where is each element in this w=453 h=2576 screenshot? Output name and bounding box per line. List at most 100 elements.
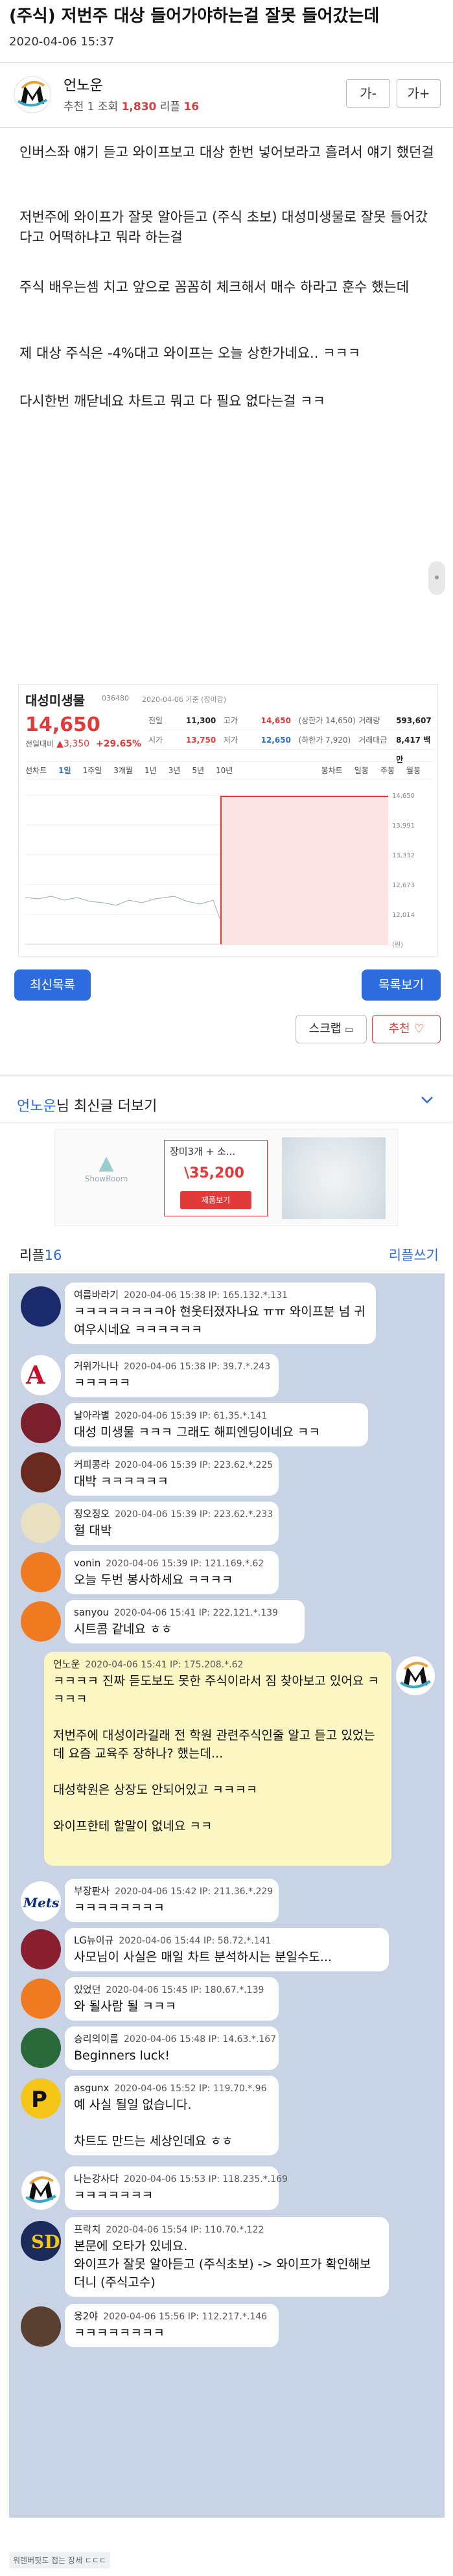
tab-5y[interactable]: 5년	[192, 762, 204, 779]
y-unit: (원)	[392, 941, 403, 949]
ad-brand-logo: ▲ ShowRoom	[84, 1152, 128, 1183]
avatar[interactable]	[21, 2028, 61, 2068]
tab-1d[interactable]: 1일	[58, 762, 71, 779]
stock-table: 전일 11,300 고가 14,650 (상한가 14,650) 거래량 593,60…	[148, 711, 434, 764]
svg-text:SD: SD	[31, 2231, 60, 2253]
chart-line-pre	[25, 896, 220, 919]
body-paragraph: 제 대상 주식은 -4%대고 와이프는 오늘 상한가네요.. ㅋㅋㅋ	[19, 345, 361, 361]
body-paragraph: 저번주에 와이프가 잘못 알아듣고 (주식 초보) 대성미생물로 잘못 들어갔다…	[19, 209, 428, 245]
comment-bubble: 있었던 2020-04-06 15:45 IP: 180.67.*.139 와 될…	[65, 1977, 279, 2021]
y-tick: 12,673	[392, 882, 415, 889]
font-decrease-button[interactable]: 가-	[346, 79, 390, 108]
ad-product-card[interactable]: 장미3개 + 소... \35,200 제품보기	[164, 1140, 268, 1216]
reply-count: 16	[183, 100, 200, 113]
avatar[interactable]	[21, 2306, 61, 2347]
avatar[interactable]	[21, 1601, 61, 1642]
post-date: 2020-04-06 15:37	[9, 35, 115, 49]
comment-bubble: asgunx 2020-04-06 15:52 IP: 119.70.*.96 예…	[65, 2076, 279, 2155]
comment-bubble: 날아라별 2020-04-06 15:39 IP: 61.35.*.141 대성 …	[65, 1403, 368, 1446]
more-posts-author[interactable]: 언노운	[17, 1098, 56, 1115]
tab-weekly[interactable]: 주봉	[380, 762, 395, 779]
stock-name: 대성미생물	[25, 693, 85, 708]
marlins-logo-icon[interactable]	[395, 1656, 436, 1696]
recommend-button[interactable]: 추천 ♡	[372, 1015, 441, 1043]
avatar[interactable]: A	[21, 1355, 61, 1395]
stock-row: 시가 13,750 저가 12,650 (하한가 7,920) 거래대금 8,417 …	[148, 730, 434, 764]
avatar[interactable]: P	[21, 2078, 61, 2118]
list-button[interactable]: 목록보기	[362, 969, 441, 1001]
avatar[interactable]	[21, 1452, 61, 1492]
ad-product-name: 장미3개 + 소...	[170, 1146, 236, 1157]
comment-bubble: 여름바라기 2020-04-06 15:38 IP: 165.132.*.131 …	[65, 1282, 376, 1344]
comment-bubble: 부장판사 2020-04-06 15:42 IP: 211.36.*.229 ㅋㅋ…	[65, 1879, 279, 1922]
chevron-down-icon[interactable]	[419, 1092, 435, 1108]
divider	[0, 1074, 453, 1076]
comment-bubble: 승리의이름 2020-04-06 15:48 IP: 14.63.*.167 Be…	[65, 2026, 279, 2070]
comment-bubble: sanyou 2020-04-06 15:41 IP: 222.121.*.139…	[65, 1600, 305, 1643]
scroll-indicator[interactable]	[428, 561, 445, 595]
divider	[0, 127, 453, 128]
avatar[interactable]	[21, 1403, 61, 1443]
comment-bubble-author: 언노운 2020-04-06 15:41 IP: 175.208.*.62 ㅋㅋㅋ…	[44, 1652, 391, 1866]
marlins-logo-icon[interactable]	[21, 2170, 61, 2210]
comment-bubble: 커피콩라 2020-04-06 15:39 IP: 223.62.*.225 대박…	[65, 1452, 279, 1496]
svg-text:A: A	[25, 1360, 45, 1389]
tab-3m[interactable]: 3개월	[113, 762, 133, 779]
comment-bubble: 웅2야 2020-04-06 15:56 IP: 112.217.*.146 ㅋㅋ…	[65, 2304, 279, 2347]
avatar[interactable]	[21, 1978, 61, 2019]
stock-period-tabs: 선차트 1일 1주일 3개월 1년 3년 5년 10년 봉차트 일봉 주봉 월봉	[25, 761, 432, 780]
body-paragraph: 인버스좌 얘기 듣고 와이프보고 대상 한번 넣어보라고 흘려서 얘기 했던걸	[19, 145, 434, 160]
font-increase-button[interactable]: 가+	[397, 79, 441, 108]
view-count: 1,830	[121, 100, 157, 113]
tab-candle[interactable]: 봉차트	[321, 762, 343, 779]
comment-bubble: 거위가나나 2020-04-06 15:38 IP: 39.7.*.243 ㅋㅋㅋ…	[65, 1354, 279, 1397]
divider	[0, 62, 453, 63]
svg-text:P: P	[31, 2087, 47, 2113]
stock-chart: 14,650 13,991 13,332 12,673 12,014 (원)	[25, 793, 415, 949]
tab-1w[interactable]: 1주일	[83, 762, 102, 779]
tab-monthly[interactable]: 월봉	[406, 762, 421, 779]
reply-total: 16	[44, 1247, 62, 1263]
comment-bubble: 징오징오 2020-04-06 15:39 IP: 223.62.*.233 헐 …	[65, 1502, 279, 1545]
stock-change: 전일대비 ▲3,350 +29.65%	[25, 739, 142, 749]
stock-code: 036480	[102, 694, 129, 702]
scrap-button[interactable]: 스크랩 ▭	[296, 1015, 367, 1043]
scrap-icon: ▭	[345, 1025, 354, 1035]
author-box: 언노운 추천 1 조회 1,830 리플 16 가- 가+	[9, 70, 444, 122]
chart-area-limit-up	[221, 795, 388, 944]
ad-banner[interactable]: ▲ ShowRoom 장미3개 + 소... \35,200 제품보기	[54, 1129, 398, 1226]
ad-price: \35,200	[184, 1165, 244, 1181]
avatar[interactable]	[21, 1503, 61, 1543]
author-more-posts[interactable]: 언노운님 최신글 더보기	[0, 1084, 453, 1122]
ad-cta-button[interactable]: 제품보기	[180, 1191, 251, 1209]
comment-bubble: LG뉴이규 2020-04-06 15:44 IP: 58.72.*.141 사모…	[65, 1928, 389, 1971]
footer-note: 워렌버핏도 접는 장세 ㄷㄷㄷ	[9, 2552, 110, 2568]
stock-price: 14,650	[25, 714, 100, 736]
tab-daily[interactable]: 일봉	[354, 762, 369, 779]
reply-header: 리플16 리플쓰기	[0, 1235, 453, 1271]
stock-widget: 대성미생물 036480 2020-04-06 기준 (장마감) 14,650 …	[18, 684, 438, 957]
post-title: (주식) 저번주 대상 들어가야하는걸 잘못 들어갔는데	[9, 6, 380, 26]
avatar[interactable]	[21, 1552, 61, 1592]
body-paragraph: 주식 배우는셈 치고 앞으로 꼼꼼히 체크해서 매수 하라고 훈수 했는데	[19, 279, 410, 295]
avatar[interactable]	[21, 1929, 61, 1969]
y-tick: 12,014	[392, 912, 415, 919]
author-name[interactable]: 언노운	[64, 74, 103, 95]
stock-row: 전일 11,300 고가 14,650 (상한가 14,650) 거래량 593,60…	[148, 711, 434, 730]
author-meta: 추천 1 조회 1,830 리플 16	[64, 100, 200, 113]
avatar[interactable]	[21, 1286, 61, 1327]
heart-icon: ♡	[413, 1022, 424, 1036]
avatar[interactable]: Mets	[21, 1881, 61, 1921]
comment-bubble: 나는강사다 2020-04-06 15:53 IP: 118.235.*.169 …	[65, 2166, 288, 2210]
write-reply-button[interactable]: 리플쓰기	[389, 1245, 439, 1264]
recent-list-button[interactable]: 최신목록	[14, 969, 91, 1001]
y-tick: 13,991	[392, 822, 415, 830]
tab-3y[interactable]: 3년	[168, 762, 181, 779]
tab-line-chart[interactable]: 선차트	[25, 762, 47, 779]
reply-list: 여름바라기 2020-04-06 15:38 IP: 165.132.*.131 …	[9, 1273, 445, 2518]
avatar[interactable]: SD	[21, 2221, 61, 2261]
body-paragraph: 다시한번 깨닫네요 차트고 뭐고 다 필요 없다는걸 ㅋㅋ	[19, 393, 325, 409]
ad-flower-image	[282, 1137, 386, 1219]
tab-10y[interactable]: 10년	[216, 762, 233, 779]
tab-1y[interactable]: 1년	[145, 762, 157, 779]
